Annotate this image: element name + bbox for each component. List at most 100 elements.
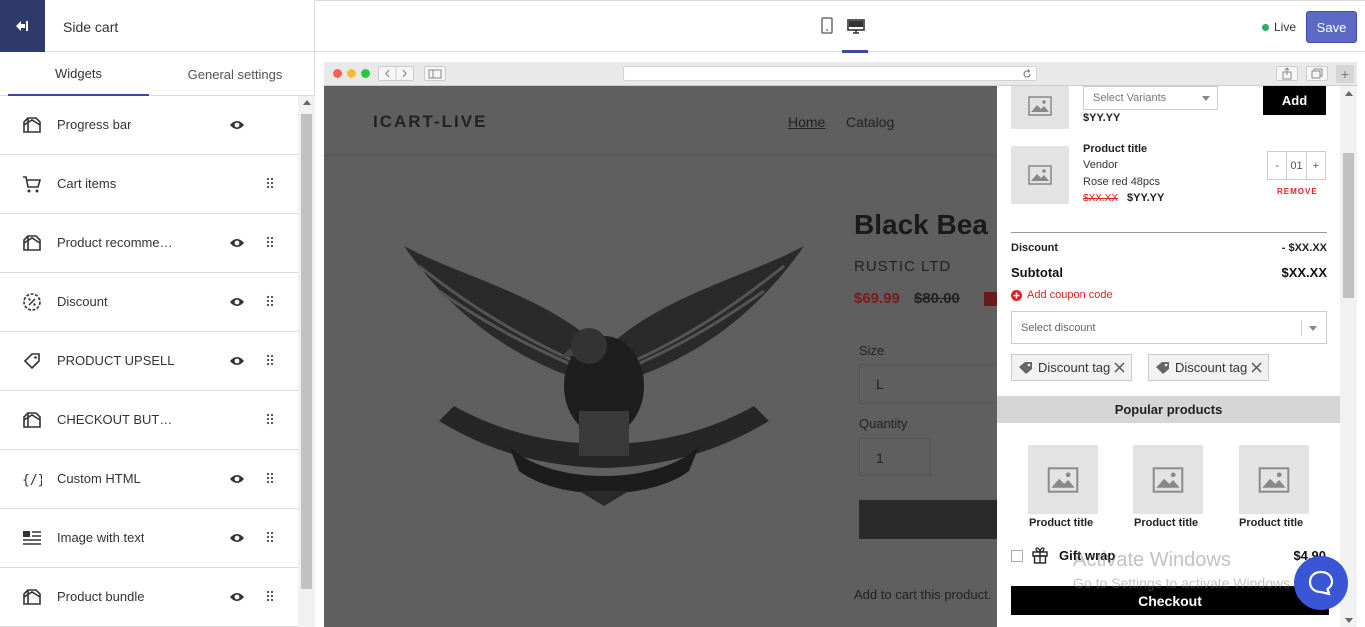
widget-label: Product recommen...: [57, 235, 177, 250]
widget-label: PRODUCT UPSELL: [57, 353, 175, 368]
chevron-down-icon: [1202, 96, 1210, 101]
widget-row[interactable]: Product bundle: [0, 568, 298, 627]
tabs-button[interactable]: [1306, 66, 1328, 81]
tab-general-settings[interactable]: General settings: [160, 52, 310, 96]
scrollbar-thumb[interactable]: [301, 114, 312, 589]
eye-icon[interactable]: [229, 591, 245, 603]
windows-activation-subtitle: Go to Settings to activate Windows.: [1073, 575, 1294, 591]
back-forward-arrows-icon: [385, 67, 407, 80]
back-button[interactable]: [0, 0, 45, 52]
drag-handle-icon[interactable]: [266, 472, 274, 484]
share-button[interactable]: [1276, 66, 1298, 81]
widget-label: Cart items: [57, 176, 117, 191]
eye-icon[interactable]: [229, 355, 245, 367]
popular-product-title[interactable]: Product title: [1029, 517, 1093, 529]
tablet-icon[interactable]: [819, 17, 835, 35]
widget-row[interactable]: CHECKOUT BUTTON: [0, 391, 298, 450]
eye-icon[interactable]: [229, 296, 245, 308]
add-coupon-link[interactable]: Add coupon code: [1011, 289, 1113, 301]
gift-icon: [1032, 547, 1048, 564]
widget-row[interactable]: PRODUCT UPSELL: [0, 332, 298, 391]
svg-text:{/}: {/}: [22, 473, 42, 488]
scroll-up-arrow-icon[interactable]: [1345, 91, 1353, 96]
tag-icon: [1156, 361, 1169, 374]
close-icon[interactable]: [1114, 362, 1125, 373]
eye-icon[interactable]: [229, 473, 245, 485]
discount-tag-label: Discount tag: [1175, 360, 1248, 375]
popular-products-grid: Product title Product title Product titl…: [997, 423, 1340, 543]
popular-product-title[interactable]: Product title: [1239, 517, 1303, 529]
image-placeholder-icon: [1028, 95, 1052, 116]
store-logo[interactable]: ICART-LIVE: [373, 112, 487, 132]
widget-list-scrollbar[interactable]: [298, 96, 315, 627]
size-select[interactable]: L: [859, 364, 997, 404]
chat-bubble-icon: [1308, 570, 1334, 596]
select-variants-dropdown[interactable]: Select Variants: [1083, 86, 1218, 110]
popular-product-image[interactable]: [1028, 445, 1098, 514]
widget-row[interactable]: Discount: [0, 273, 298, 332]
select-variants-placeholder: Select Variants: [1093, 92, 1167, 104]
widget-row[interactable]: Product recommen...: [0, 214, 298, 273]
widget-row[interactable]: Image with text: [0, 509, 298, 568]
widget-row[interactable]: {/} Custom HTML: [0, 450, 298, 509]
eye-icon[interactable]: [229, 119, 245, 131]
discount-tag-chip[interactable]: Discount tag: [1011, 354, 1133, 381]
drag-handle-icon[interactable]: [266, 413, 274, 425]
widget-row[interactable]: Cart items: [0, 155, 298, 214]
drag-handle-icon[interactable]: [266, 177, 274, 189]
tent-icon: [23, 589, 41, 605]
image-placeholder-icon: [1047, 466, 1079, 493]
scrollbar-thumb[interactable]: [1343, 153, 1354, 298]
add-to-cart-button[interactable]: [859, 500, 997, 539]
code-icon: {/}: [22, 473, 42, 488]
product-title: Black Bea: [854, 209, 988, 240]
sidebar-toggle[interactable]: [424, 66, 446, 81]
desktop-icon[interactable]: [847, 17, 865, 35]
qty-plus-button[interactable]: +: [1305, 152, 1325, 179]
popular-product-image[interactable]: [1133, 445, 1203, 514]
share-icon: [1282, 67, 1292, 80]
popular-product-image[interactable]: [1239, 445, 1309, 514]
discount-tag-chip[interactable]: Discount tag: [1148, 354, 1270, 381]
tab-widgets[interactable]: Widgets: [8, 52, 149, 96]
tent-icon: [23, 235, 41, 251]
save-button[interactable]: Save: [1306, 11, 1357, 43]
drag-handle-icon[interactable]: [266, 531, 274, 543]
dropdown-separator: [1301, 320, 1302, 336]
widget-label: CHECKOUT BUTTON: [57, 412, 177, 427]
scroll-up-arrow-icon[interactable]: [303, 100, 311, 105]
drag-handle-icon[interactable]: [266, 295, 274, 307]
eye-icon[interactable]: [229, 237, 245, 249]
scroll-down-arrow-icon[interactable]: [1345, 618, 1353, 623]
eagle-emblem-image: [404, 246, 804, 506]
gift-wrap-checkbox[interactable]: [1011, 550, 1023, 562]
address-bar[interactable]: [623, 66, 1037, 81]
quantity-label: Quantity: [859, 416, 908, 431]
upsell-price: $YY.YY: [1083, 112, 1121, 124]
drag-handle-icon[interactable]: [266, 354, 274, 366]
upsell-add-button[interactable]: Add: [1263, 86, 1326, 115]
nav-link-home[interactable]: Home: [788, 114, 825, 130]
discount-tag-label: Discount tag: [1038, 360, 1111, 375]
cart-divider: [1011, 232, 1327, 233]
select-discount-dropdown[interactable]: Select discount: [1011, 311, 1327, 344]
chat-widget-button[interactable]: [1294, 556, 1348, 610]
remove-link[interactable]: REMOVE: [1277, 187, 1318, 196]
reload-icon[interactable]: [1022, 69, 1032, 79]
drag-handle-icon[interactable]: [266, 236, 274, 248]
cart-item-title[interactable]: Product title: [1083, 143, 1147, 155]
back-forward-buttons[interactable]: [378, 66, 414, 81]
nav-link-catalog[interactable]: Catalog: [846, 114, 894, 130]
eye-icon[interactable]: [229, 532, 245, 544]
qty-value[interactable]: 01: [1286, 152, 1305, 179]
cart-scrollbar[interactable]: [1340, 86, 1357, 627]
widget-row[interactable]: Progress bar: [0, 96, 298, 155]
live-status: Live: [1262, 20, 1296, 34]
drag-handle-icon[interactable]: [266, 590, 274, 602]
quantity-input[interactable]: 1: [859, 438, 931, 476]
sidebar-toggle-icon: [428, 69, 442, 79]
new-tab-plus-icon[interactable]: +: [1336, 65, 1354, 83]
qty-minus-button[interactable]: -: [1268, 152, 1286, 179]
close-icon[interactable]: [1251, 362, 1262, 373]
popular-product-title[interactable]: Product title: [1134, 517, 1198, 529]
